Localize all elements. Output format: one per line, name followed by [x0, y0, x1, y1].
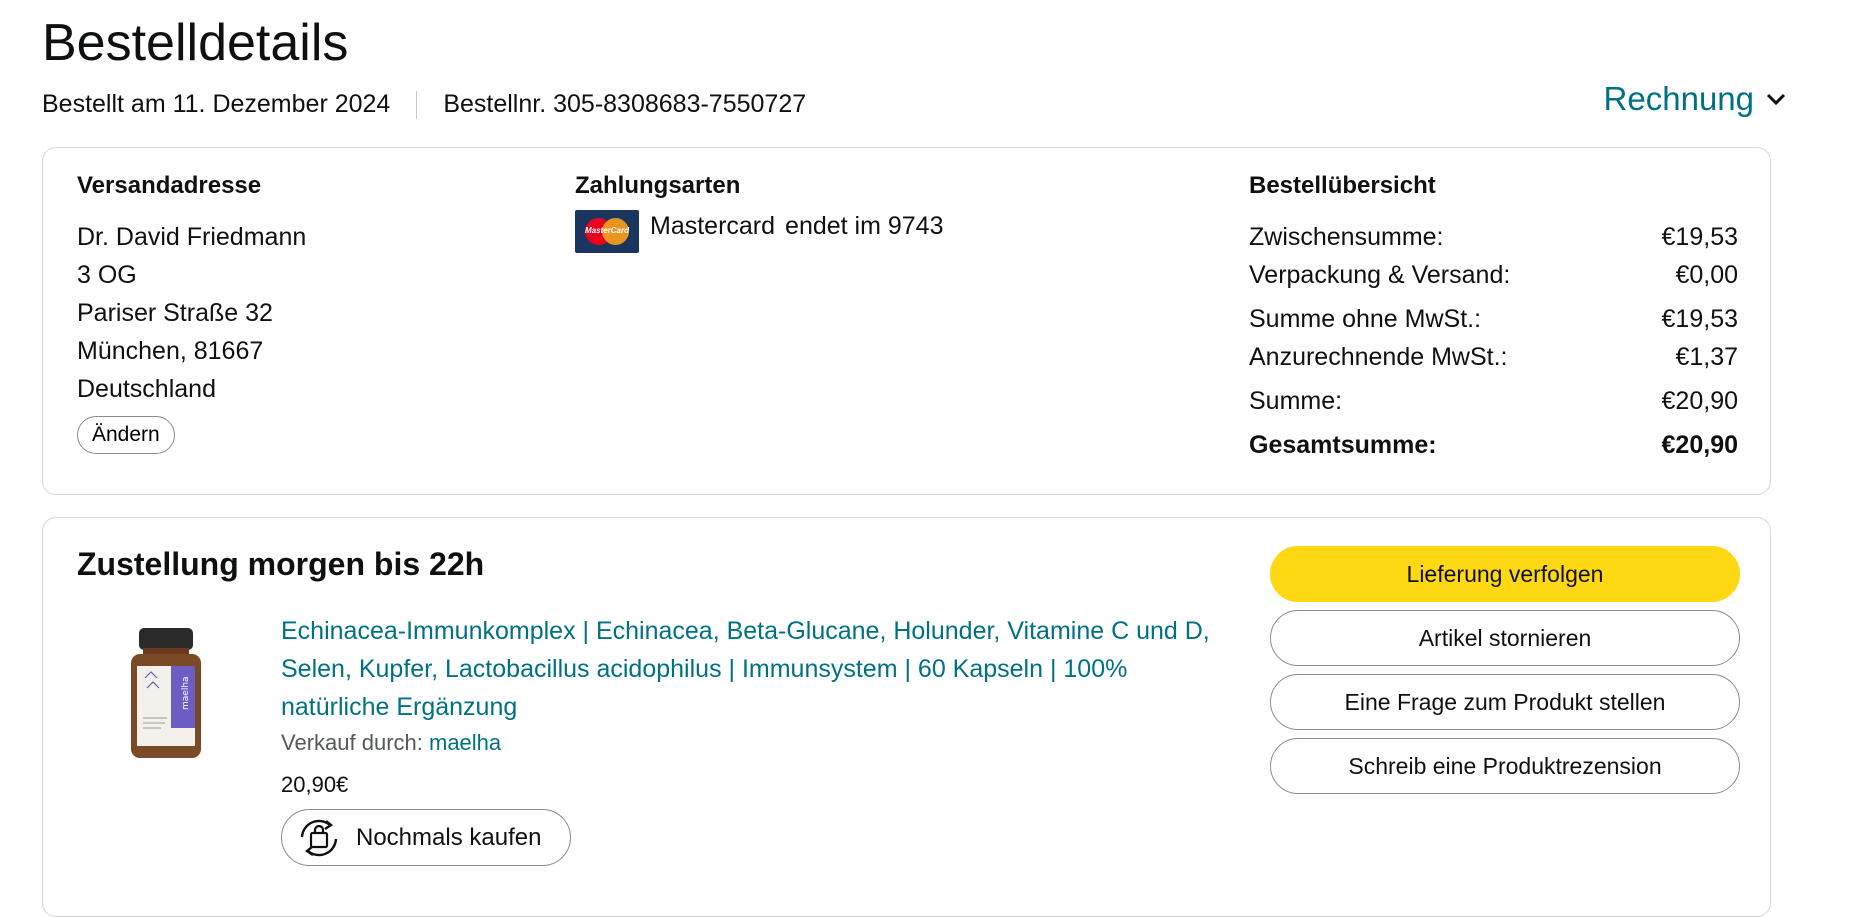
buy-again-button[interactable]: Nochmals kaufen — [281, 809, 571, 866]
card-brand: Mastercard — [650, 212, 776, 240]
shipping-address: Dr. David Friedmann 3 OG Pariser Straße … — [77, 218, 306, 408]
summary-value: €20,90 — [1661, 387, 1738, 415]
product-price: 20,90€ — [281, 772, 349, 797]
buy-again-label: Nochmals kaufen — [356, 823, 542, 851]
order-meta: Bestellt am 11. Dezember 2024 Bestellnr.… — [42, 90, 806, 119]
payment-title: Zahlungsarten — [575, 172, 741, 199]
summary-title: Bestellübersicht — [1249, 172, 1436, 199]
divider — [416, 90, 418, 119]
track-delivery-button[interactable]: Lieferung verfolgen — [1270, 546, 1740, 602]
write-review-button[interactable]: Schreib eine Produktrezension — [1270, 738, 1740, 794]
address-line: Pariser Straße 32 — [77, 299, 273, 327]
svg-text:maelha: maelha — [181, 676, 191, 710]
shipping-title: Versandadresse — [77, 172, 262, 199]
action-buttons: Lieferung verfolgen Artikel stornieren E… — [1270, 546, 1740, 802]
summary-row: Anzurechnende MwSt.: €1,37 — [1249, 338, 1738, 376]
order-number: Bestellnr. 305-8308683-7550727 — [443, 90, 807, 118]
seller-prefix: Verkauf durch: — [281, 730, 423, 755]
mastercard-logo-icon: MasterCard — [575, 210, 639, 253]
address-line: 3 OG — [77, 261, 137, 289]
product-title-link[interactable]: Echinacea-Immunkomplex | Echinacea, Beta… — [281, 612, 1241, 726]
address-line: Deutschland — [77, 375, 216, 403]
summary-value: €0,00 — [1675, 261, 1738, 289]
invoice-dropdown[interactable]: Rechnung — [1604, 80, 1786, 118]
cancel-item-button[interactable]: Artikel stornieren — [1270, 610, 1740, 666]
payment-method: Mastercard endet im 9743 — [650, 212, 944, 241]
summary-total-row: Gesamtsumme: €20,90 — [1249, 426, 1738, 464]
address-line: Dr. David Friedmann — [77, 223, 307, 251]
chevron-down-icon — [1766, 93, 1786, 106]
order-date: Bestellt am 11. Dezember 2024 — [42, 90, 391, 118]
summary-row: Summe ohne MwSt.: €19,53 — [1249, 300, 1738, 338]
summary-row: Verpackung & Versand: €0,00 — [1249, 256, 1738, 294]
summary-row: Zwischensumme: €19,53 — [1249, 218, 1738, 256]
summary-value: €19,53 — [1661, 305, 1738, 333]
seller-link[interactable]: maelha — [429, 730, 501, 755]
delivery-title: Zustellung morgen bis 22h — [77, 546, 485, 582]
summary-row: Summe: €20,90 — [1249, 382, 1738, 420]
summary-label: Anzurechnende MwSt.: — [1249, 343, 1508, 371]
card-suffix: endet im 9743 — [785, 212, 944, 240]
order-info-card: Versandadresse Dr. David Friedmann 3 OG … — [42, 147, 1771, 495]
seller-info: Verkauf durch: maelha — [281, 730, 501, 756]
summary-label: Summe: — [1249, 387, 1343, 415]
summary-label: Gesamtsumme: — [1249, 431, 1437, 459]
order-summary: Zwischensumme: €19,53 Verpackung & Versa… — [1249, 218, 1738, 464]
summary-value: €19,53 — [1661, 223, 1738, 251]
product-image[interactable]: maelha — [131, 628, 201, 762]
summary-value: €1,37 — [1675, 343, 1738, 371]
ask-question-button[interactable]: Eine Frage zum Produkt stellen — [1270, 674, 1740, 730]
page-title: Bestelldetails — [42, 14, 349, 72]
buy-again-icon — [300, 819, 338, 856]
summary-label: Verpackung & Versand: — [1249, 261, 1511, 289]
summary-label: Summe ohne MwSt.: — [1249, 305, 1482, 333]
address-line: München, 81667 — [77, 337, 264, 365]
change-address-button[interactable]: Ändern — [77, 416, 175, 454]
logo-text: MasterCard — [584, 226, 629, 235]
invoice-label: Rechnung — [1603, 80, 1754, 117]
summary-label: Zwischensumme: — [1249, 223, 1444, 251]
summary-value: €20,90 — [1661, 431, 1738, 459]
delivery-card: Zustellung morgen bis 22h maelha Echinac… — [42, 517, 1771, 917]
